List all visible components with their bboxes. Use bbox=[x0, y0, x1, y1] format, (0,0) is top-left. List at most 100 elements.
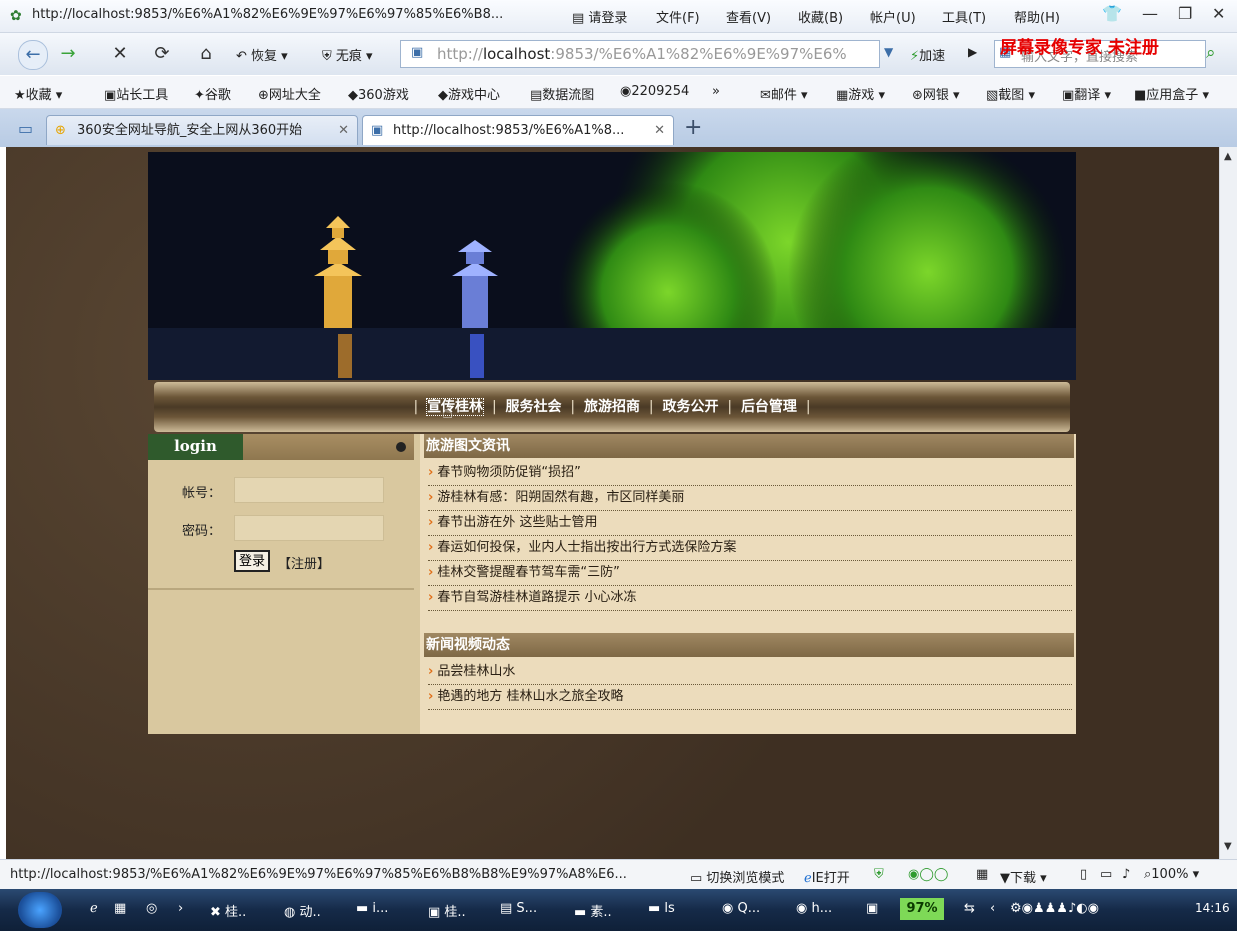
fav-collect[interactable]: ★收藏 ▾ bbox=[14, 84, 62, 103]
sidebar-toggle-icon[interactable]: ▭ bbox=[18, 119, 33, 138]
tab-close-icon[interactable]: ✕ bbox=[338, 116, 349, 145]
login-title: login bbox=[148, 434, 243, 460]
menu-tools[interactable]: 工具(T) bbox=[942, 7, 986, 26]
menu-tourism-investment[interactable]: 旅游招商 bbox=[584, 399, 640, 415]
fav-360-games[interactable]: ◆360游戏 bbox=[348, 84, 409, 103]
fav-translate[interactable]: ▣翻译 ▾ bbox=[1062, 84, 1111, 103]
no-trace-button[interactable]: ⛨ 无痕 ▾ bbox=[322, 45, 373, 64]
fav-screenshot[interactable]: ▧截图 ▾ bbox=[986, 84, 1035, 103]
login-button[interactable]: 登录 bbox=[234, 550, 271, 572]
password-input[interactable] bbox=[234, 515, 384, 541]
zoom-control[interactable]: ⌕100% ▾ bbox=[1144, 867, 1199, 882]
show-desktop-icon[interactable]: ▣ bbox=[866, 901, 878, 916]
start-button-icon[interactable] bbox=[18, 892, 62, 928]
news-item[interactable]: › 春节出游在外 这些贴士管用 bbox=[428, 510, 1072, 536]
taskbar-item[interactable]: ▬ ls bbox=[648, 901, 675, 916]
tray-icons[interactable]: ⚙◉♟♟♟♪◐◉ bbox=[1010, 901, 1099, 916]
fav-mail[interactable]: ✉邮件 ▾ bbox=[760, 84, 808, 103]
switch-mode-button[interactable]: ▭ 切换浏览模式 bbox=[690, 867, 784, 886]
fav-google[interactable]: ✦谷歌 bbox=[194, 84, 231, 103]
menu-promote-guilin[interactable]: 宣传桂林 bbox=[426, 398, 485, 416]
speaker-icon[interactable]: ♪ bbox=[1122, 867, 1130, 882]
restore-button[interactable]: ↶ 恢复 ▾ bbox=[236, 45, 288, 64]
stop-icon[interactable]: ✕ bbox=[106, 40, 134, 68]
download-button[interactable]: ▼下载 ▾ bbox=[1000, 867, 1047, 886]
page-viewport: | 宣传桂林 | 服务社会 | 旅游招商 | 政务公开 | 后台管理 | ☝ l… bbox=[6, 147, 1219, 859]
news-item[interactable]: › 桂林交警提醒春节驾车需“三防” bbox=[428, 560, 1072, 586]
quicklaunch-search-icon[interactable]: ◎ bbox=[146, 901, 157, 916]
system-clock[interactable]: 14:16 bbox=[1195, 901, 1230, 915]
news-item[interactable]: › 春节自驾游桂林道路提示 小心冰冻 bbox=[428, 585, 1072, 611]
quicklaunch-more-icon[interactable]: › bbox=[178, 901, 183, 916]
taskbar-item[interactable]: ▤ S... bbox=[500, 901, 537, 916]
fav-games[interactable]: ▦游戏 ▾ bbox=[836, 84, 885, 103]
battery-indicator[interactable]: 97% bbox=[900, 898, 944, 920]
news-item[interactable]: › 春运如何投保，业内人士指出按出行方式选保险方案 bbox=[428, 535, 1072, 561]
scroll-down-icon[interactable]: ▼ bbox=[1224, 841, 1232, 852]
accelerate-button[interactable]: ⚡加速 bbox=[910, 45, 945, 64]
taskbar-item[interactable]: ◍ 动.. bbox=[284, 901, 321, 920]
fav-game-center[interactable]: ◆游戏中心 bbox=[438, 84, 500, 103]
scroll-up-icon[interactable]: ▲ bbox=[1224, 151, 1232, 162]
menu-account[interactable]: 帐户(U) bbox=[870, 7, 916, 26]
close-icon[interactable]: ✕ bbox=[1212, 4, 1225, 23]
fav-app-box[interactable]: ■应用盒子 ▾ bbox=[1134, 84, 1209, 103]
address-dropdown-icon[interactable]: ▼ bbox=[884, 45, 893, 59]
shield-icon[interactable]: ⛨ bbox=[874, 867, 884, 882]
window-title-url: http://localhost:9853/%E6%A1%82%E6%9E%97… bbox=[32, 7, 504, 22]
refresh-icon[interactable]: ⟳ bbox=[148, 40, 176, 68]
search-icon[interactable]: ⌕ bbox=[1206, 43, 1216, 63]
login-link[interactable]: ▤ 请登录 bbox=[572, 7, 627, 26]
fav-qq[interactable]: ◉2209254 bbox=[620, 84, 689, 99]
forward-arrow-icon[interactable]: → bbox=[54, 40, 82, 68]
back-arrow-icon[interactable]: ← bbox=[18, 40, 48, 70]
window-icon[interactable]: ▭ bbox=[1100, 867, 1112, 882]
fav-dataflow[interactable]: ▤数据流图 bbox=[530, 84, 594, 103]
tab-close-icon[interactable]: ✕ bbox=[654, 116, 665, 145]
menu-help[interactable]: 帮助(H) bbox=[1014, 7, 1060, 26]
maximize-icon[interactable]: ❐ bbox=[1178, 4, 1192, 23]
fav-bank[interactable]: ⊛网银 ▾ bbox=[912, 84, 960, 103]
network-icon[interactable]: ⇆ bbox=[964, 901, 975, 916]
toggle-icon[interactable]: ◉◯◯ bbox=[908, 867, 948, 882]
ie-open-button[interactable]: ℯIE打开 bbox=[804, 867, 850, 886]
arrow-icon: › bbox=[428, 515, 434, 530]
home-icon[interactable]: ⌂ bbox=[192, 40, 220, 68]
register-link[interactable]: 【注册】 bbox=[278, 553, 330, 572]
menu-view[interactable]: 查看(V) bbox=[726, 7, 771, 26]
news-item[interactable]: › 春节购物须防促销“损招” bbox=[428, 460, 1072, 486]
taskbar-item[interactable]: ◉ h... bbox=[796, 901, 832, 916]
menu-serve-society[interactable]: 服务社会 bbox=[506, 399, 562, 415]
collapse-icon[interactable] bbox=[396, 442, 406, 452]
menu-admin[interactable]: 后台管理 bbox=[741, 399, 797, 415]
tab-localhost[interactable]: ▣ http://localhost:9853/%E6%A1%8... ✕ bbox=[362, 115, 674, 145]
quicklaunch-ie-icon[interactable]: ℯ bbox=[90, 901, 98, 916]
vertical-scrollbar[interactable]: ▲ ▼ bbox=[1219, 147, 1237, 859]
menu-favorites[interactable]: 收藏(B) bbox=[798, 7, 843, 26]
banner-image bbox=[148, 152, 1076, 380]
taskbar-item[interactable]: ▬ 素.. bbox=[574, 901, 612, 920]
menu-government-affairs[interactable]: 政务公开 bbox=[662, 399, 718, 415]
taskbar-item[interactable]: ◉ Q... bbox=[722, 901, 760, 916]
fav-site-directory[interactable]: ⊕网址大全 bbox=[258, 84, 321, 103]
taskbar-item[interactable]: ▣ 桂.. bbox=[428, 901, 466, 920]
news-item[interactable]: › 游桂林有感：阳朔固然有趣，市区同样美丽 bbox=[428, 485, 1072, 511]
tray-arrow-icon[interactable]: ‹ bbox=[990, 901, 995, 916]
address-bar[interactable]: ▣ http://localhost:9853/%E6%A1%82%E6%9E%… bbox=[400, 40, 880, 68]
page-icon[interactable]: ▯ bbox=[1080, 867, 1087, 882]
play-icon[interactable]: ▶ bbox=[968, 45, 977, 59]
taskbar-item[interactable]: ✖ 桂.. bbox=[210, 901, 246, 920]
account-input[interactable] bbox=[234, 477, 384, 503]
minimize-icon[interactable]: — bbox=[1142, 4, 1158, 23]
quicklaunch-desktop-icon[interactable]: ▦ bbox=[114, 901, 126, 916]
video-item[interactable]: › 艳遇的地方 桂林山水之旅全攻略 bbox=[428, 684, 1072, 710]
tools-icon[interactable]: ▦ bbox=[976, 867, 988, 882]
video-item[interactable]: › 品尝桂林山水 bbox=[428, 659, 1072, 685]
fav-webmaster[interactable]: ▣站长工具 bbox=[104, 84, 168, 103]
new-tab-icon[interactable]: + bbox=[684, 115, 702, 140]
menu-file[interactable]: 文件(F) bbox=[656, 7, 700, 26]
taskbar-item[interactable]: ▬ i... bbox=[356, 901, 388, 916]
skin-icon[interactable]: 👕 bbox=[1102, 4, 1122, 23]
fav-more[interactable]: » bbox=[712, 84, 720, 99]
tab-360-navigation[interactable]: ⊕ 360安全网址导航_安全上网从360开始 ✕ bbox=[46, 115, 358, 145]
